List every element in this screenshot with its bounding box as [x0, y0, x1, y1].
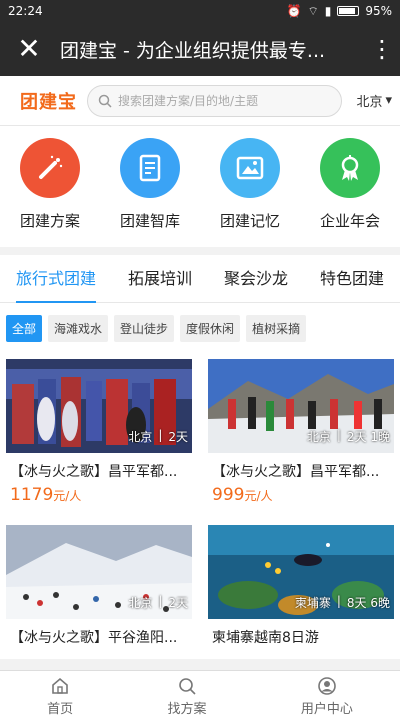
document-icon — [120, 138, 180, 198]
search-input[interactable]: 搜索团建方案/目的地/主题 — [87, 84, 343, 117]
product-card[interactable]: 北京 | 2天 【冰与火之歌】昌平军都... 1179元/人 — [6, 359, 192, 517]
search-header: 团建宝 搜索团建方案/目的地/主题 北京 ▾ — [0, 76, 400, 126]
alarm-icon: ⏰ — [286, 4, 302, 18]
app-bar: ✕ 团建宝 - 为企业组织提供最专... ⋮ — [0, 22, 400, 76]
category-plan[interactable]: 团建方案 — [5, 138, 95, 231]
product-meta: 柬埔寨 | 8天 6晚 — [295, 594, 390, 611]
product-meta: 北京 | 2天 — [128, 428, 188, 445]
category-annual-party[interactable]: 企业年会 — [305, 138, 395, 231]
product-duration: 2天 1晚 — [346, 430, 390, 444]
tab-salon[interactable]: 聚会沙龙 — [224, 255, 288, 303]
bottom-nav: 首页 找方案 用户中心 — [0, 670, 400, 722]
status-time: 22:24 — [8, 4, 43, 18]
battery-icon — [337, 6, 360, 16]
chevron-down-icon: ▾ — [385, 93, 392, 108]
tab-training[interactable]: 拓展培训 — [128, 255, 192, 303]
product-card[interactable]: 柬埔寨 | 8天 6晚 柬埔寨越南8日游 — [208, 525, 394, 651]
product-meta: 北京 | 2天 1晚 — [307, 428, 390, 445]
search-placeholder: 搜索团建方案/目的地/主题 — [118, 94, 259, 108]
tab-special[interactable]: 特色团建 — [320, 255, 384, 303]
city-label: 北京 — [356, 95, 383, 110]
filter-chip-planting[interactable]: 植树采摘 — [246, 314, 307, 342]
meta-separator: | — [158, 428, 163, 442]
product-location: 北京 — [128, 596, 153, 610]
user-icon — [318, 677, 336, 695]
product-price: 999元/人 — [208, 485, 394, 517]
product-name: 【冰与火之歌】昌平军都... — [10, 464, 178, 480]
product-image: 北京 | 2天 — [6, 359, 192, 453]
filter-chip-resort[interactable]: 度假休闲 — [180, 314, 241, 342]
nav-find-plan[interactable]: 找方案 — [167, 676, 207, 717]
filter-chips: 全部 海滩戏水 登山徒步 度假休闲 植树采摘 — [0, 303, 400, 353]
price-value: 1179 — [10, 485, 54, 505]
search-icon — [179, 678, 196, 695]
ribbon-icon — [320, 138, 380, 198]
category-memory[interactable]: 团建记忆 — [205, 138, 295, 231]
close-icon[interactable]: ✕ — [0, 22, 58, 76]
filter-chip-hiking[interactable]: 登山徒步 — [114, 314, 175, 342]
nav-label: 首页 — [47, 702, 74, 717]
price-value: 999 — [212, 485, 245, 505]
nav-label: 用户中心 — [300, 702, 353, 717]
product-grid: 北京 | 2天 【冰与火之歌】昌平军都... 1179元/人 北京 | 2天 1… — [0, 353, 400, 659]
category-label: 企业年会 — [319, 212, 380, 230]
product-duration: 2天 — [168, 596, 188, 610]
product-name: 【冰与火之歌】平谷渔阳... — [10, 630, 178, 646]
product-image: 柬埔寨 | 8天 6晚 — [208, 525, 394, 619]
meta-separator: | — [158, 594, 163, 608]
status-icons: ⏰ ⌔ ▮ 95% — [286, 4, 392, 19]
product-card[interactable]: 北京 | 2天 1晚 【冰与火之歌】昌平军都... 999元/人 — [208, 359, 394, 517]
magic-wand-icon — [20, 138, 80, 198]
tab-bar: 旅行式团建 拓展培训 聚会沙龙 特色团建 — [0, 255, 400, 303]
meta-separator: | — [336, 594, 341, 608]
product-image: 北京 | 2天 — [6, 525, 192, 619]
product-location: 柬埔寨 — [294, 596, 331, 610]
product-card[interactable]: 北京 | 2天 【冰与火之歌】平谷渔阳... — [6, 525, 192, 651]
search-icon — [98, 94, 112, 108]
product-image: 北京 | 2天 1晚 — [208, 359, 394, 453]
nav-user-center[interactable]: 用户中心 — [301, 676, 353, 717]
battery-level: 95% — [365, 4, 392, 18]
wifi-icon: ⌔ — [307, 3, 319, 18]
category-grid: 团建方案 团建智库 团建记忆 企业年会 — [0, 126, 400, 247]
home-icon — [52, 677, 68, 694]
price-unit: 元/人 — [53, 489, 82, 503]
product-name: 【冰与火之歌】昌平军都... — [212, 464, 380, 480]
product-duration: 8天 6晚 — [346, 596, 390, 610]
image-icon — [220, 138, 280, 198]
app-logo[interactable]: 团建宝 — [20, 88, 77, 114]
page-title: 团建宝 - 为企业组织提供最专... — [60, 39, 326, 62]
city-selector[interactable]: 北京 ▾ — [356, 91, 392, 110]
product-duration: 2天 — [168, 430, 188, 444]
nav-label: 找方案 — [167, 702, 207, 717]
category-label: 团建方案 — [19, 212, 80, 230]
product-name: 柬埔寨越南8日游 — [212, 630, 319, 646]
filter-chip-beach[interactable]: 海滩戏水 — [48, 314, 109, 342]
category-label: 团建记忆 — [219, 212, 280, 230]
price-unit: 元/人 — [244, 489, 273, 503]
category-label: 团建智库 — [119, 212, 180, 230]
filter-chip-all[interactable]: 全部 — [6, 314, 43, 342]
product-meta: 北京 | 2天 — [128, 594, 188, 611]
category-library[interactable]: 团建智库 — [105, 138, 195, 231]
page: 22:24 ⏰ ⌔ ▮ 95% ✕ 团建宝 - 为企业组织提供最专... ⋮ 团… — [0, 0, 400, 722]
product-location: 北京 — [306, 430, 331, 444]
signal-icon: ▮ — [324, 4, 332, 18]
more-options-icon[interactable]: ⋮ — [364, 35, 400, 63]
tab-travel[interactable]: 旅行式团建 — [15, 255, 97, 303]
product-location: 北京 — [128, 430, 153, 444]
nav-home[interactable]: 首页 — [47, 676, 73, 717]
status-bar: 22:24 ⏰ ⌔ ▮ 95% — [0, 0, 400, 22]
product-price: 1179元/人 — [6, 485, 192, 517]
meta-separator: | — [336, 428, 341, 442]
